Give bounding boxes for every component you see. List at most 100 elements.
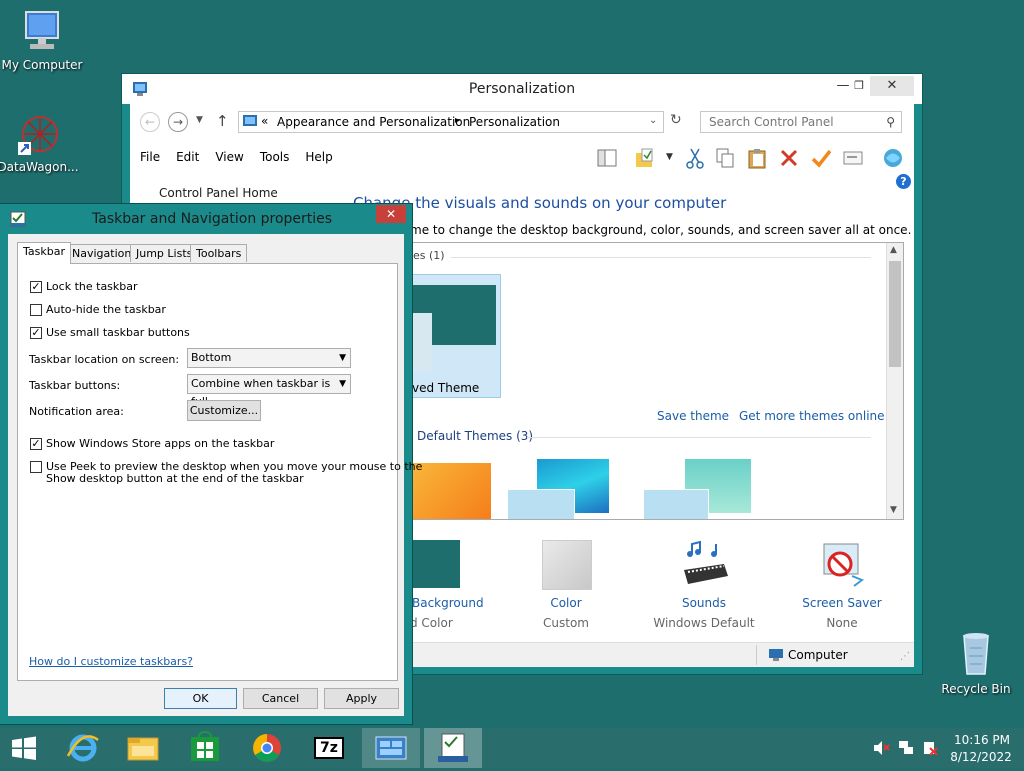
themes-list[interactable]: es (1) ved Theme Save theme Get more the…	[410, 242, 904, 520]
themes-scrollbar[interactable]: ▲ ▼	[886, 243, 903, 519]
back-button[interactable]: ←	[140, 112, 160, 132]
get-more-themes-link[interactable]: Get more themes online	[739, 409, 885, 423]
screen-saver-subtitle: None	[826, 616, 858, 630]
scroll-down-icon[interactable]: ▼	[890, 505, 897, 515]
desktop-icon-label: My Computer	[1, 58, 83, 72]
volume-muted-icon[interactable]	[872, 740, 890, 756]
chevron-down-icon: ▼	[339, 353, 346, 363]
scroll-up-icon[interactable]: ▲	[890, 245, 897, 255]
color-item[interactable]: Color Custom	[518, 540, 614, 640]
apply-button[interactable]: Apply	[324, 688, 399, 709]
buttons-select[interactable]: Combine when taskbar is full ▼	[187, 374, 351, 408]
dialog-titlebar[interactable]: Taskbar and Navigation properties ✕	[0, 204, 412, 234]
dialog-body: Taskbar Navigation Jump Lists Toolbars ✓…	[8, 234, 422, 716]
window-titlebar[interactable]: Personalization — ❐ ✕	[122, 74, 922, 104]
saved-theme-tile[interactable]: ved Theme	[411, 274, 501, 398]
breadcrumb-personalization[interactable]: Personalization	[469, 115, 560, 129]
store-apps-checkbox[interactable]: ✓	[30, 438, 42, 450]
screen-saver-icon	[818, 540, 866, 590]
chevron-down-icon[interactable]: ⌄	[649, 115, 657, 126]
location-select[interactable]: Bottom ▼	[187, 348, 351, 368]
menu-help[interactable]: Help	[305, 144, 332, 170]
taskbar-tab-panel: ✓ Lock the taskbar Auto-hide the taskbar…	[17, 263, 422, 681]
auto-hide-label[interactable]: Auto-hide the taskbar	[46, 303, 166, 316]
windows-store-button[interactable]	[176, 728, 234, 768]
peek-checkbox[interactable]	[30, 461, 42, 473]
store-apps-label[interactable]: Show Windows Store apps on the taskbar	[46, 437, 274, 450]
clock-date[interactable]: 8/12/2022	[950, 750, 1012, 764]
resize-grip-icon[interactable]: ⋰	[900, 651, 910, 662]
background-subtitle: d Color	[410, 616, 453, 630]
control-panel-button[interactable]	[362, 728, 420, 768]
close-button[interactable]: ✕	[870, 76, 914, 96]
cut-icon[interactable]	[684, 147, 706, 169]
taskbar-properties-button[interactable]	[424, 728, 482, 768]
sounds-item[interactable]: Sounds Windows Default	[642, 540, 766, 640]
menu-tools[interactable]: Tools	[260, 144, 290, 170]
lock-taskbar-label[interactable]: Lock the taskbar	[46, 280, 138, 293]
theme-tile-flowers[interactable]	[643, 459, 753, 519]
peek-label-line2[interactable]: Show desktop button at the end of the ta…	[46, 472, 304, 485]
screen-saver-item[interactable]: Screen Saver None	[786, 540, 898, 640]
tab-toolbars[interactable]: Toolbars	[190, 244, 248, 262]
folder-options-icon[interactable]	[634, 147, 656, 169]
lock-taskbar-checkbox[interactable]: ✓	[30, 281, 42, 293]
control-panel-home-link[interactable]: Control Panel Home	[159, 186, 278, 200]
desktop-background-item[interactable]: Background d Color	[410, 540, 520, 640]
up-button[interactable]: ↑	[216, 112, 229, 130]
refresh-icon[interactable]: ↻	[670, 112, 682, 128]
search-placeholder: Search Control Panel	[709, 115, 834, 129]
ok-button[interactable]: OK	[164, 688, 237, 709]
small-buttons-label[interactable]: Use small taskbar buttons	[46, 326, 190, 339]
background-preview	[410, 540, 460, 588]
customize-button[interactable]: Customize...	[187, 400, 261, 421]
globe-icon[interactable]	[882, 147, 904, 169]
scroll-thumb[interactable]	[889, 261, 901, 367]
checkmark-icon[interactable]	[810, 147, 832, 169]
file-explorer-button[interactable]	[114, 728, 172, 768]
default-themes-divider	[527, 437, 871, 438]
my-themes-divider	[451, 257, 871, 258]
breadcrumb-appearance[interactable]: Appearance and Personalization	[277, 115, 470, 129]
action-center-icon[interactable]	[922, 740, 938, 756]
cancel-button[interactable]: Cancel	[243, 688, 318, 709]
address-bar[interactable]: « Appearance and Personalization ▸ Perso…	[238, 111, 664, 133]
help-link[interactable]: How do I customize taskbars?	[29, 655, 193, 668]
menu-file[interactable]: File	[140, 144, 160, 170]
menu-edit[interactable]: Edit	[176, 144, 199, 170]
start-button[interactable]	[0, 728, 48, 768]
datawagon-icon	[16, 114, 60, 156]
dialog-close-button[interactable]: ✕	[376, 205, 406, 223]
clock-time[interactable]: 10:16 PM	[954, 733, 1010, 747]
delete-icon[interactable]	[778, 147, 800, 169]
tab-navigation[interactable]: Navigation	[66, 244, 138, 262]
chevron-down-icon[interactable]: ▼	[666, 152, 673, 162]
search-input[interactable]: Search Control Panel ⚲	[700, 111, 902, 133]
desktop-icon-datawagon[interactable]: DataWagon...	[0, 114, 80, 174]
chrome-button[interactable]	[238, 728, 296, 768]
forward-button[interactable]: →	[168, 112, 188, 132]
preview-pane-icon[interactable]	[596, 147, 618, 169]
theme-tile-lines-and-colors[interactable]	[507, 459, 617, 519]
taskbar: 7z 10:16 PM 8/12/2022	[0, 728, 1024, 768]
small-buttons-checkbox[interactable]: ✓	[30, 327, 42, 339]
buttons-label: Taskbar buttons:	[29, 379, 121, 392]
tab-jump-lists[interactable]: Jump Lists	[130, 244, 199, 262]
computer-icon	[20, 10, 64, 54]
desktop-icon-recycle-bin[interactable]: Recycle Bin	[934, 630, 1018, 696]
network-icon[interactable]	[898, 740, 914, 756]
copy-icon[interactable]	[714, 147, 736, 169]
save-theme-link[interactable]: Save theme	[657, 409, 729, 423]
recent-pages-dropdown-icon[interactable]: ▼	[196, 115, 203, 125]
control-panel-icon	[375, 736, 407, 760]
desktop-icon-my-computer[interactable]: My Computer	[0, 10, 84, 72]
internet-explorer-button[interactable]	[54, 728, 112, 768]
theme-tile-windows[interactable]	[411, 463, 491, 519]
menu-view[interactable]: View	[215, 144, 243, 170]
help-icon[interactable]: ?	[896, 174, 911, 189]
seven-zip-button[interactable]: 7z	[300, 728, 358, 768]
auto-hide-checkbox[interactable]	[30, 304, 42, 316]
tab-taskbar[interactable]: Taskbar	[17, 242, 71, 264]
properties-icon[interactable]	[842, 147, 864, 169]
paste-icon[interactable]	[746, 147, 768, 169]
